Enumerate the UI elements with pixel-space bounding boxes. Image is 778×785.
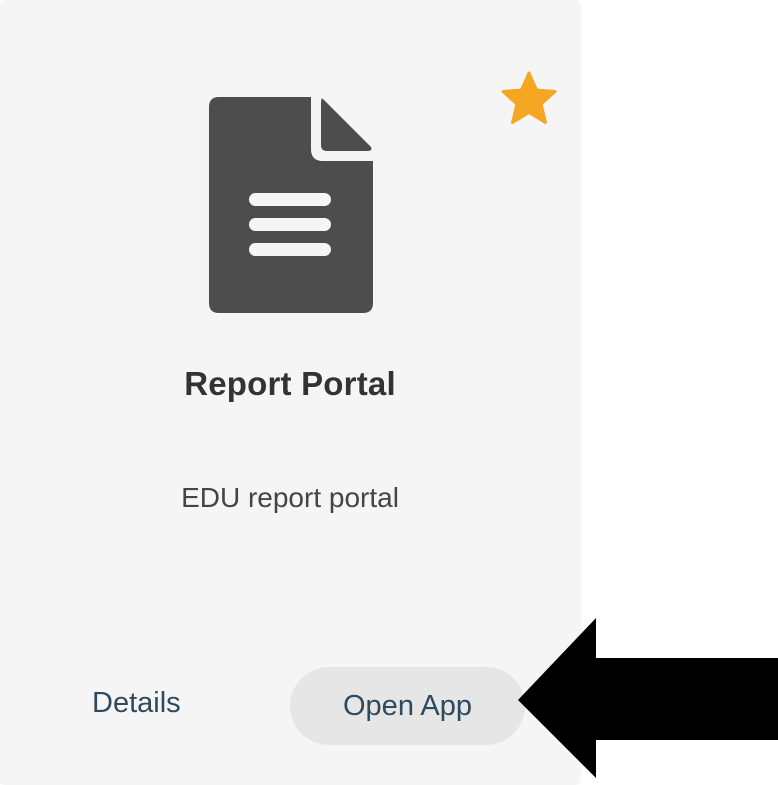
star-icon[interactable] xyxy=(500,70,558,126)
app-card: Report Portal EDU report portal Details … xyxy=(0,0,580,785)
open-app-button[interactable]: Open App xyxy=(290,667,525,745)
document-icon xyxy=(209,97,373,313)
app-description: EDU report portal xyxy=(181,482,399,513)
app-title: Report Portal xyxy=(184,365,396,402)
open-app-label: Open App xyxy=(343,689,472,722)
app-tile-stage: Report Portal EDU report portal Details … xyxy=(0,0,778,785)
details-link[interactable]: Details xyxy=(92,687,181,720)
arrow-left-icon xyxy=(518,618,778,778)
